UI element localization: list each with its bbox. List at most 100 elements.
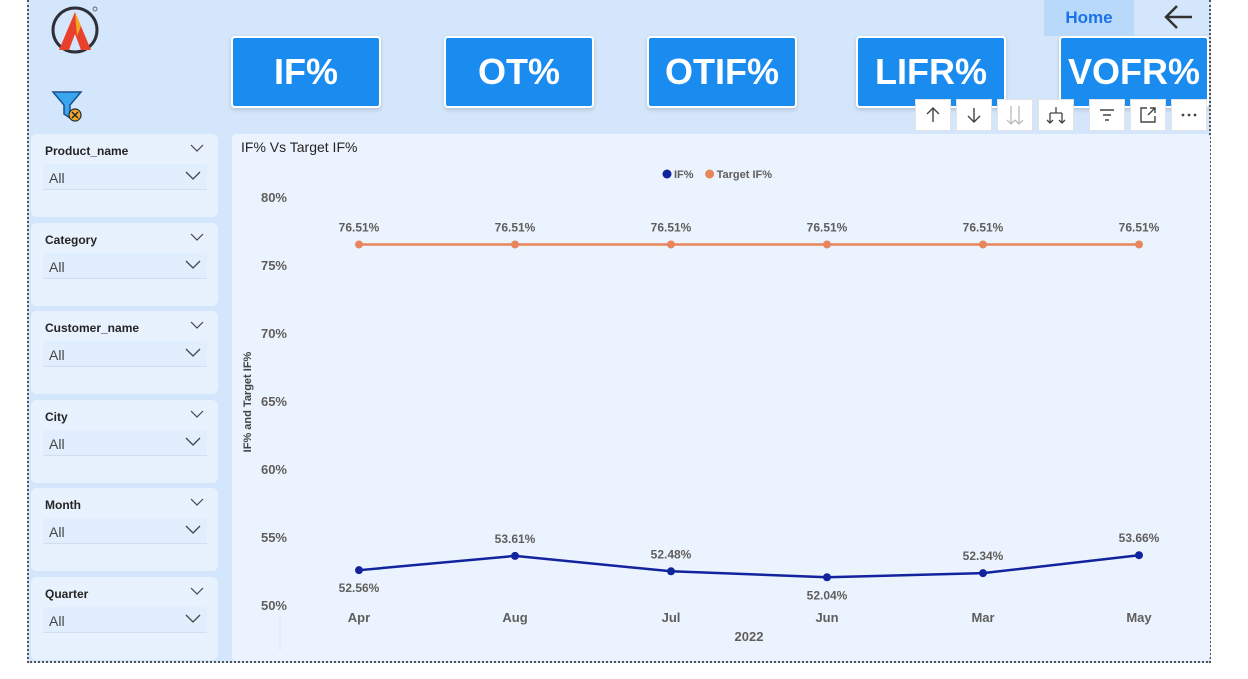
focus-mode-button[interactable] (1130, 99, 1166, 131)
chevron-down-icon (185, 525, 201, 534)
company-logo (51, 6, 99, 54)
kpi-button-ot[interactable]: OT% (444, 36, 594, 108)
chevron-down-icon[interactable] (190, 408, 204, 420)
slicer-title: Customer_name (45, 321, 140, 335)
home-tab[interactable]: Home (1044, 0, 1134, 36)
legend-marker (662, 169, 672, 179)
drill-down-button[interactable] (956, 99, 992, 131)
more-icon (1181, 113, 1197, 117)
drill-up-button[interactable] (915, 99, 951, 131)
slicer-dropdown[interactable]: All (43, 607, 207, 633)
data-point (979, 240, 987, 249)
slicer-dropdown[interactable]: All (43, 518, 207, 544)
slicer-value: All (49, 524, 65, 540)
y-tick-label: 70% (261, 326, 287, 341)
arrow-down-icon (967, 108, 981, 123)
slicer-quarter: Quarter All (31, 577, 218, 660)
legend-marker (705, 169, 715, 179)
slicer-dropdown[interactable]: All (43, 253, 207, 279)
chevron-down-icon[interactable] (190, 142, 204, 154)
series-line (358, 553, 1140, 579)
chevron-down-icon (185, 437, 201, 446)
back-arrow-icon[interactable] (1162, 2, 1196, 32)
data-point (355, 240, 363, 249)
data-label: 53.61% (495, 532, 536, 546)
data-label: 76.51% (339, 220, 380, 234)
go-to-next-level-button[interactable] (997, 99, 1033, 131)
chevron-down-icon (185, 614, 201, 623)
data-label: 52.04% (807, 588, 848, 602)
slicer-value: All (49, 436, 65, 452)
slicer-month: Month All (31, 488, 218, 571)
data-point (823, 573, 831, 582)
slicer-dropdown[interactable]: All (43, 341, 207, 367)
filter-lines-icon (1100, 109, 1114, 121)
slicer-title: Category (45, 233, 98, 247)
chevron-down-icon (185, 348, 201, 357)
data-point (511, 240, 519, 249)
chevron-down-icon (185, 260, 201, 269)
line-chart-visual[interactable]: IF% Vs Target IF% 80% 75% 70% 65% 60% 55% 50% I… (232, 134, 1210, 661)
y-tick-label: 65% (261, 394, 287, 409)
chevron-down-icon (185, 171, 201, 180)
slicer-city: City All (31, 400, 218, 483)
data-label: 76.51% (807, 220, 848, 234)
slicer-dropdown[interactable]: All (43, 164, 207, 190)
slicer-customer-name: Customer_name All (31, 311, 218, 394)
data-point (979, 569, 987, 578)
slicer-value: All (49, 170, 65, 186)
chevron-down-icon[interactable] (190, 496, 204, 508)
arrow-up-icon (926, 107, 940, 122)
slicer-title: Month (45, 498, 81, 512)
slicer-title: City (45, 410, 68, 424)
data-point (667, 567, 675, 576)
x-tick-label: Aug (502, 610, 527, 625)
x-tick-label: Jul (662, 610, 681, 625)
slicer-value: All (49, 347, 65, 363)
slicer-dropdown[interactable]: All (43, 430, 207, 456)
focus-mode-icon (1140, 107, 1156, 123)
data-point (1135, 240, 1143, 249)
chevron-down-icon[interactable] (190, 585, 204, 597)
y-tick-label: 75% (261, 258, 287, 273)
data-label: 76.51% (963, 220, 1004, 234)
y-axis-label: IF% and Target IF% (242, 351, 254, 452)
data-label: 53.66% (1119, 531, 1160, 545)
data-label: 76.51% (1119, 220, 1160, 234)
kpi-button-lifr[interactable]: LIFR% (856, 36, 1006, 108)
filter-button[interactable] (1089, 99, 1125, 131)
data-label: 76.51% (495, 220, 536, 234)
kpi-button-vofr[interactable]: VOFR% (1059, 36, 1209, 108)
kpi-button-if[interactable]: IF% (231, 36, 381, 108)
chevron-down-icon[interactable] (190, 319, 204, 331)
legend-label: IF% (674, 169, 694, 181)
legend-label: Target IF% (717, 169, 773, 181)
data-label: 52.34% (963, 549, 1004, 563)
report-canvas: IF% OT% OTIF% LIFR% VOFR% Home Product_n… (27, 0, 1211, 663)
data-label: 52.56% (339, 581, 380, 595)
chart-svg: 80% 75% 70% 65% 60% 55% 50% IF% and Target IF% A… (242, 169, 1160, 650)
data-point (1135, 551, 1143, 560)
slicer-title: Product_name (45, 144, 129, 158)
data-label: 52.48% (651, 547, 692, 561)
data-point (511, 551, 519, 560)
y-tick-label: 55% (261, 530, 287, 545)
data-point (823, 240, 831, 249)
clear-filter-icon[interactable] (51, 88, 85, 124)
chevron-down-icon[interactable] (190, 231, 204, 243)
slicer-product-name: Product_name All (31, 134, 218, 217)
data-label: 76.51% (651, 220, 692, 234)
x-tick-label: Jun (815, 610, 838, 625)
expand-next-level-button[interactable] (1038, 99, 1074, 131)
y-tick-label: 50% (261, 598, 287, 613)
more-options-button[interactable] (1171, 99, 1207, 131)
slicer-value: All (49, 613, 65, 629)
data-point (355, 566, 363, 575)
fork-arrow-down-icon (1046, 107, 1066, 124)
double-arrow-down-icon (1006, 106, 1024, 125)
slicer-category: Category All (31, 223, 218, 306)
x-tick-label: Apr (348, 610, 370, 625)
slicer-value: All (49, 259, 65, 275)
kpi-button-otif[interactable]: OTIF% (647, 36, 797, 108)
x-axis-label: 2022 (735, 629, 764, 644)
